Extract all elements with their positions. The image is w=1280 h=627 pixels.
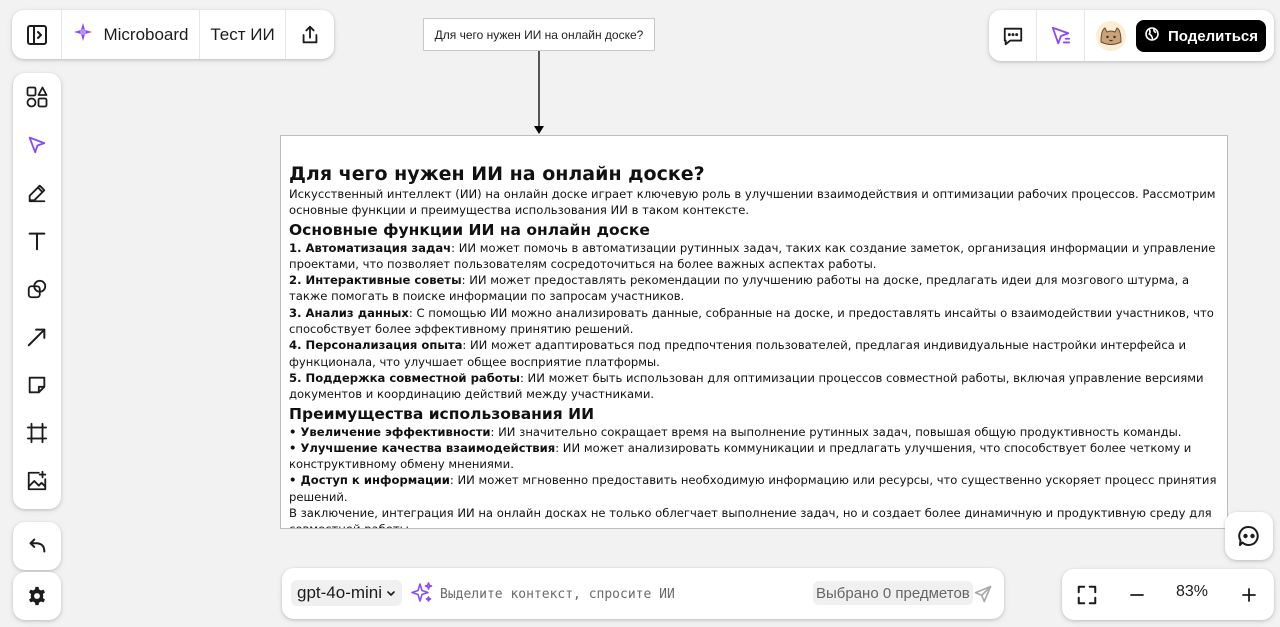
- zoom-level: 83%: [1175, 583, 1209, 600]
- text-tool-button[interactable]: [13, 217, 61, 265]
- function-label: 1. Автоматизация задач: [289, 240, 452, 255]
- pen-tool-button[interactable]: [13, 169, 61, 217]
- send-button[interactable]: [970, 581, 996, 607]
- sidebar-toggle-icon: [25, 23, 49, 47]
- function-label: 3. Анализ данных: [289, 305, 409, 320]
- comment-icon: [1002, 25, 1024, 47]
- benefit-text: : ИИ значительно сокращает время на выпо…: [490, 424, 1182, 439]
- chat-help-button[interactable]: [1225, 512, 1273, 560]
- ai-prompt-bar: gpt-4o-mini Выбрано 0 предметов: [282, 568, 1004, 619]
- globe-icon: [1144, 26, 1160, 46]
- function-item: 5. Поддержка совместной работы: ИИ может…: [289, 370, 1219, 403]
- collaboration-toolbar: Поделиться: [989, 10, 1274, 61]
- pen-icon: [26, 182, 48, 204]
- function-item: 4. Персонализация опыта: ИИ может адапти…: [289, 337, 1219, 370]
- ai-answer-card[interactable]: Для чего нужен ИИ на онлайн доске? Искус…: [280, 135, 1228, 529]
- function-item: 1. Автоматизация задач: ИИ может помочь …: [289, 240, 1219, 273]
- chat-help-icon: [1237, 524, 1261, 548]
- app-name: Microboard: [103, 24, 189, 44]
- answer-conclusion: В заключение, интеграция ИИ на онлайн до…: [289, 506, 1212, 528]
- send-icon: [973, 584, 993, 604]
- fit-screen-icon: [1076, 584, 1098, 606]
- benefit-item: • Улучшение качества взаимодействия: ИИ …: [289, 440, 1219, 473]
- text-icon: [26, 230, 48, 252]
- shapes-icon: [25, 85, 49, 109]
- comments-button[interactable]: [989, 10, 1037, 61]
- shapes-library-button[interactable]: [13, 73, 61, 121]
- settings-button[interactable]: [13, 572, 61, 620]
- image-upload-button[interactable]: [13, 457, 61, 505]
- image-add-icon: [26, 470, 48, 492]
- share-upload-icon: [299, 24, 321, 46]
- select-tool-button[interactable]: [13, 121, 61, 169]
- connector-tool-button[interactable]: [13, 313, 61, 361]
- tools-panel: [13, 73, 61, 509]
- sticky-note-icon: [26, 374, 48, 396]
- zoom-controls: 83%: [1062, 569, 1274, 620]
- user-avatar-button[interactable]: [1085, 10, 1137, 61]
- ai-prompt-input[interactable]: [440, 582, 800, 606]
- question-text: Для чего нужен ИИ на онлайн доске?: [434, 27, 644, 42]
- plus-icon: [1240, 586, 1258, 604]
- sticky-note-tool-button[interactable]: [13, 361, 61, 409]
- microboard-logo-icon: [72, 21, 94, 48]
- zoom-out-button[interactable]: [1120, 578, 1154, 612]
- function-text: : С помощью ИИ можно анализировать данны…: [289, 305, 1214, 337]
- benefit-label: • Увеличение эффективности: [289, 424, 491, 439]
- shape-tool-button[interactable]: [13, 265, 61, 313]
- question-node[interactable]: Для чего нужен ИИ на онлайн доске?: [423, 18, 655, 51]
- function-item: 3. Анализ данных: С помощью ИИ можно ана…: [289, 305, 1219, 338]
- model-select[interactable]: gpt-4o-mini: [291, 580, 403, 606]
- function-label: 4. Персонализация опыта: [289, 338, 463, 353]
- board-header-toolbar: Microboard Тест ИИ: [12, 10, 334, 59]
- answer-title: Для чего нужен ИИ на онлайн доске?: [289, 163, 705, 185]
- function-label: 5. Поддержка совместной работы: [289, 370, 520, 385]
- select-cursor-icon: [26, 134, 48, 156]
- function-label: 2. Интерактивные советы: [289, 273, 462, 288]
- ai-cursor-button[interactable]: [1037, 10, 1085, 61]
- shape-icon: [26, 278, 48, 300]
- benefit-item: • Доступ к информации: ИИ может мгновенн…: [289, 472, 1219, 505]
- sparkle-icon: [410, 581, 434, 610]
- zoom-in-button[interactable]: [1232, 578, 1266, 612]
- toggle-sidebar-button[interactable]: [12, 10, 62, 59]
- model-name: gpt-4o-mini: [297, 583, 383, 602]
- undo-icon: [26, 535, 48, 557]
- benefits-heading: Преимущества использования ИИ: [289, 404, 595, 423]
- arrow-connector-icon: [26, 326, 48, 348]
- share-button[interactable]: Поделиться: [1136, 20, 1266, 52]
- functions-heading: Основные функции ИИ на онлайн доске: [289, 220, 650, 239]
- gear-icon: [26, 585, 48, 607]
- ai-cursor-icon: [1050, 25, 1072, 47]
- benefit-item: • Увеличение эффективности: ИИ значитель…: [289, 424, 1219, 440]
- frame-tool-button[interactable]: [13, 409, 61, 457]
- frame-icon: [26, 422, 48, 444]
- selected-items-badge: Выбрано 0 предметов: [813, 581, 973, 605]
- answer-intro: Искусственный интеллект (ИИ) на онлайн д…: [289, 187, 1216, 218]
- app-brand[interactable]: Microboard: [62, 10, 200, 59]
- cat-avatar: [1095, 20, 1127, 52]
- share-label: Поделиться: [1167, 27, 1259, 45]
- undo-button[interactable]: [13, 522, 61, 570]
- chevron-down-icon: [386, 583, 396, 603]
- minus-icon: [1128, 586, 1146, 604]
- function-item: 2. Интерактивные советы: ИИ может предос…: [289, 272, 1219, 305]
- export-button[interactable]: [286, 10, 334, 59]
- benefit-label: • Доступ к информации: [289, 473, 450, 488]
- fit-screen-button[interactable]: [1070, 578, 1104, 612]
- selected-items-label: Выбрано 0 предметов: [816, 584, 970, 602]
- board-name-button[interactable]: Тест ИИ: [200, 10, 286, 59]
- board-name: Тест ИИ: [210, 24, 275, 44]
- benefit-label: • Улучшение качества взаимодействия: [289, 440, 556, 455]
